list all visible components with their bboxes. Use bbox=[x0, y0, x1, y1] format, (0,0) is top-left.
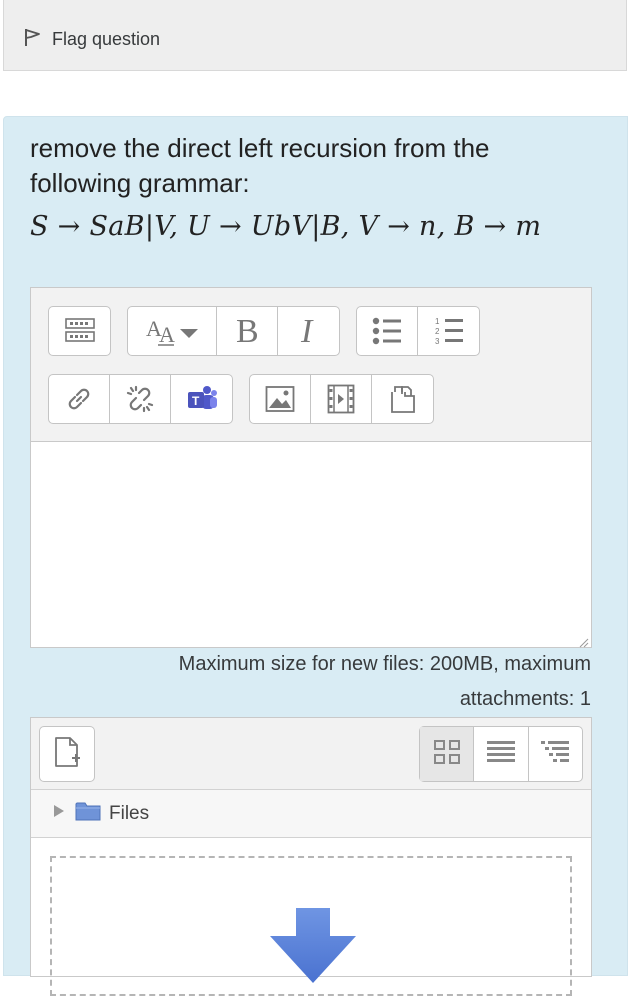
unordered-list-button[interactable] bbox=[357, 307, 418, 355]
add-file-icon bbox=[53, 736, 81, 773]
view-list-button[interactable] bbox=[474, 727, 529, 781]
flag-question-bar: Flag question bbox=[3, 0, 627, 71]
toolbar-group-lists: 123 bbox=[356, 306, 480, 356]
tree-view-icon bbox=[540, 739, 570, 770]
view-mode-switcher bbox=[419, 726, 583, 782]
svg-text:1: 1 bbox=[435, 317, 440, 326]
bold-button[interactable]: B bbox=[217, 307, 278, 355]
manage-files-icon bbox=[389, 384, 417, 414]
editor-toolbar: A A B I 1 2 3 T bbox=[31, 288, 591, 442]
resize-handle[interactable] bbox=[579, 635, 589, 648]
grammar-formula: S → SaB|V, U → UbV|B, V → n, B → m bbox=[30, 211, 542, 242]
toolbar-toggle-icon bbox=[64, 317, 95, 345]
toolbar-toggle-button[interactable] bbox=[49, 307, 110, 355]
toolbar-group-media bbox=[249, 374, 434, 424]
unordered-list-icon bbox=[372, 317, 402, 345]
list-view-icon bbox=[486, 739, 516, 770]
link-icon bbox=[64, 384, 94, 414]
file-manager-toolbar bbox=[31, 718, 591, 790]
svg-text:A: A bbox=[159, 322, 175, 347]
question-text-panel: remove the direct left recursion from th… bbox=[3, 116, 628, 996]
file-manager: Files bbox=[30, 717, 592, 996]
link-button[interactable] bbox=[49, 375, 110, 423]
max-file-size-info: Maximum size for new files: 200MB, maxim… bbox=[178, 653, 591, 710]
svg-text:3: 3 bbox=[435, 337, 440, 346]
teams-icon: T bbox=[186, 384, 218, 414]
font-size-button[interactable]: A A bbox=[128, 307, 217, 355]
expand-triangle-icon[interactable] bbox=[53, 804, 65, 823]
insert-media-button[interactable] bbox=[311, 375, 372, 423]
toolbar-group-style: A A B I bbox=[127, 306, 340, 356]
font-size-icon: A A bbox=[144, 314, 200, 348]
file-drop-zone[interactable] bbox=[50, 856, 572, 996]
add-file-button[interactable] bbox=[39, 726, 95, 782]
answer-textarea[interactable] bbox=[31, 442, 591, 647]
ordered-list-icon: 123 bbox=[434, 316, 464, 346]
view-tree-button[interactable] bbox=[529, 727, 582, 781]
unlink-button[interactable] bbox=[110, 375, 171, 423]
bold-icon: B bbox=[232, 314, 262, 348]
manage-files-button[interactable] bbox=[372, 375, 433, 423]
question-text: remove the direct left recursion from th… bbox=[30, 133, 490, 198]
image-icon bbox=[265, 385, 295, 413]
flag-icon bbox=[22, 26, 52, 53]
svg-text:B: B bbox=[236, 314, 259, 348]
flag-question-link[interactable]: Flag question bbox=[22, 26, 160, 53]
insert-image-button[interactable] bbox=[250, 375, 311, 423]
toolbar-group-toggle bbox=[48, 306, 111, 356]
unlink-icon bbox=[125, 384, 155, 414]
view-icons-button[interactable] bbox=[420, 727, 475, 781]
italic-button[interactable]: I bbox=[278, 307, 339, 355]
flag-question-label: Flag question bbox=[52, 29, 161, 49]
ordered-list-button[interactable]: 123 bbox=[418, 307, 479, 355]
answer-editor: A A B I 1 2 3 T bbox=[30, 287, 592, 648]
italic-icon: I bbox=[297, 314, 321, 348]
svg-text:T: T bbox=[192, 394, 200, 408]
teams-meeting-button[interactable]: T bbox=[171, 375, 232, 423]
svg-text:2: 2 bbox=[435, 327, 440, 336]
svg-text:I: I bbox=[300, 314, 314, 348]
toolbar-group-links: T bbox=[48, 374, 233, 424]
files-path-label[interactable]: Files bbox=[109, 803, 149, 825]
drop-arrow-icon bbox=[268, 908, 358, 993]
folder-icon bbox=[75, 800, 101, 827]
media-icon bbox=[327, 384, 355, 414]
grid-view-icon bbox=[433, 739, 461, 770]
file-path-bar: Files bbox=[31, 790, 591, 838]
